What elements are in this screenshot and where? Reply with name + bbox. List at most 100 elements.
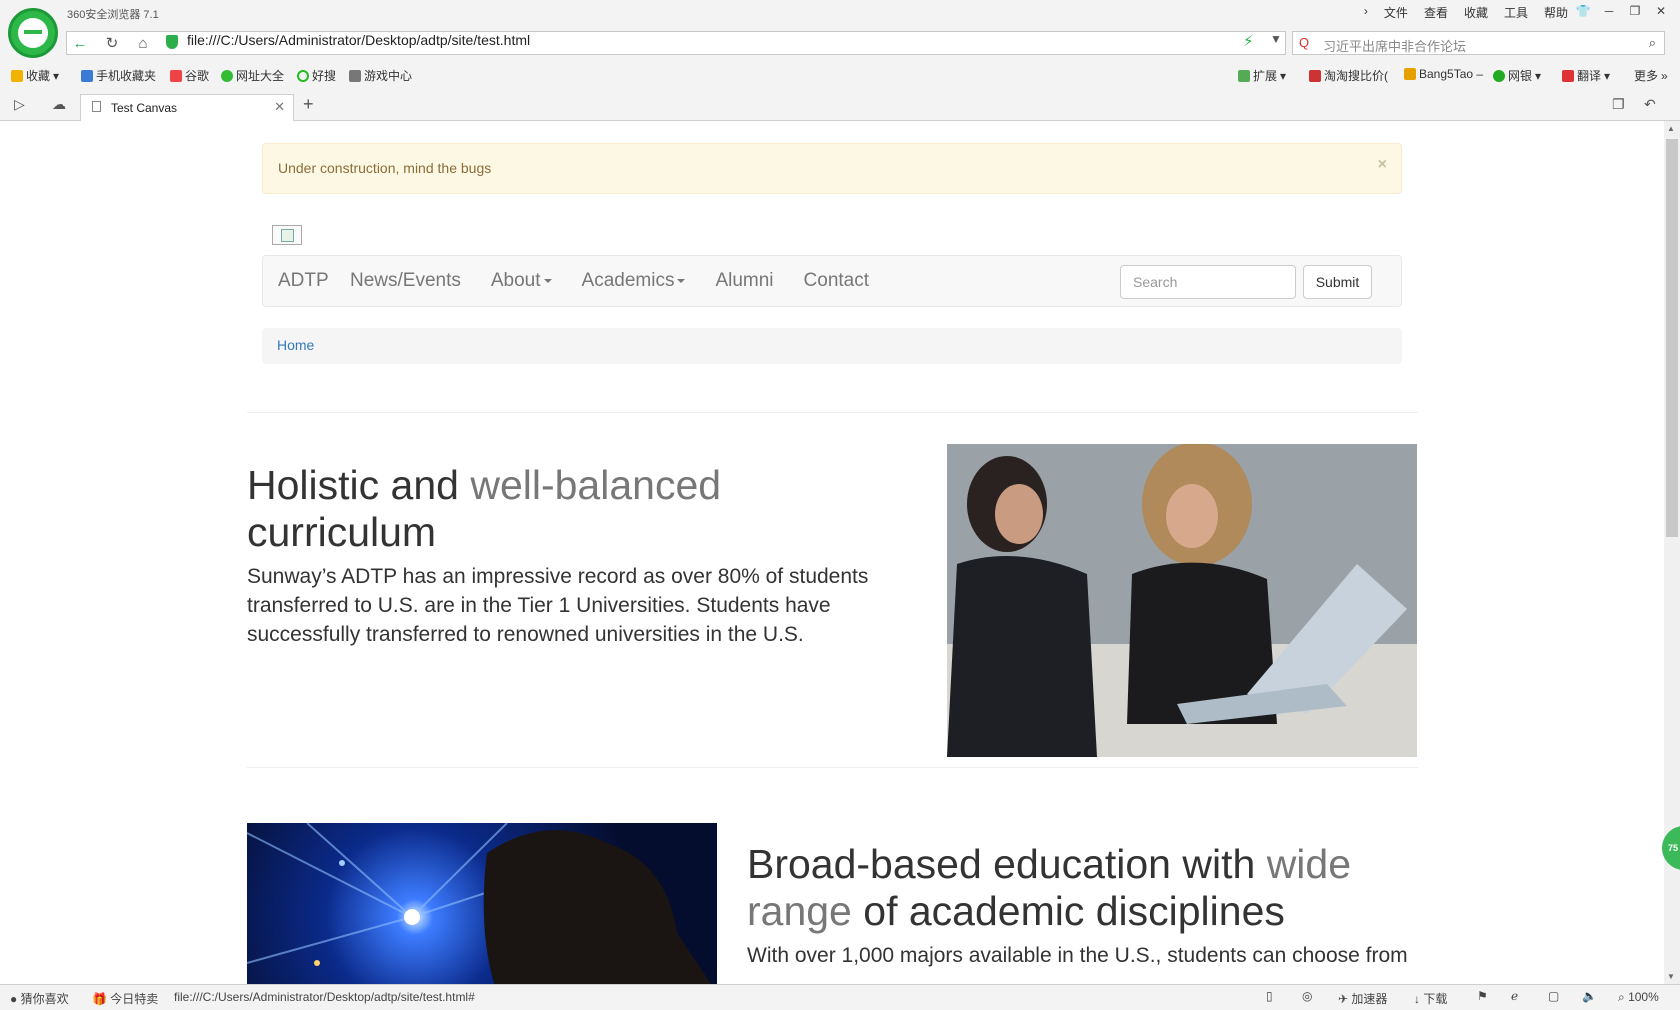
search-engine-icon[interactable]: Q: [1299, 35, 1309, 50]
undo-close-icon[interactable]: ↶: [1644, 96, 1656, 113]
scroll-down-icon[interactable]: ▼: [1667, 972, 1675, 981]
haosou-icon: [297, 69, 309, 82]
maximize-button[interactable]: ❐: [1622, 0, 1648, 22]
close-button[interactable]: ✕: [1648, 0, 1674, 22]
phone-icon: [81, 69, 93, 82]
nav-alumni[interactable]: Alumni: [700, 256, 788, 306]
browser-search-placeholder: 习近平出席中非合作论坛: [1323, 39, 1467, 54]
bookmark-hao123[interactable]: 网址大全: [221, 67, 284, 84]
nav-contact[interactable]: Contact: [789, 256, 884, 306]
new-tab-button[interactable]: +: [303, 94, 314, 115]
phone-icon[interactable]: ▯: [1266, 989, 1273, 1003]
feature2-lead: With over 1,000 majors available in the …: [747, 944, 1408, 967]
caret-down-icon: [677, 278, 686, 283]
menu-tools[interactable]: 工具: [1496, 3, 1536, 22]
security-shield-icon[interactable]: [166, 35, 178, 49]
submit-button[interactable]: Submit: [1303, 265, 1372, 299]
concert-light-image: [247, 823, 711, 984]
status-bar: ● 猜你喜欢 🎁 今日特卖 file:///C:/Users/Administr…: [0, 984, 1680, 1010]
netbank-icon: [1493, 69, 1505, 82]
breadcrumb-home-link[interactable]: Home: [277, 337, 314, 353]
zoom-level[interactable]: ⌕ 100%: [1618, 990, 1659, 1005]
ext-taotaosou[interactable]: 淘淘搜比价(: [1309, 67, 1388, 84]
menu-file[interactable]: 文件: [1376, 3, 1416, 22]
bookmark-favorites[interactable]: 收藏 ▾: [11, 67, 59, 84]
ie-mode-icon[interactable]: ℯ: [1511, 989, 1518, 1003]
two-women-laptop-image: [947, 444, 1417, 757]
tab-bar: ▷ ☁ Test Canvas ✕ + ❐ ↶: [0, 90, 1680, 121]
tab-title: Test Canvas: [111, 101, 178, 115]
nav-news-events[interactable]: News/Events: [335, 256, 476, 306]
navbar-brand[interactable]: ADTP: [278, 270, 329, 292]
divider: [247, 767, 1418, 768]
taotaosou-icon: [1309, 69, 1321, 82]
minimize-button[interactable]: ─: [1596, 0, 1622, 22]
address-dropdown-icon[interactable]: ▼: [1270, 32, 1282, 46]
star-icon: [11, 69, 23, 82]
title-bar: 360安全浏览器 7.1 › 文件 查看 收藏 工具 帮助 👕 ─ ❐ ✕: [0, 0, 1680, 28]
nav-about[interactable]: About: [476, 256, 567, 306]
caret-down-icon: [543, 278, 552, 283]
ext-translate[interactable]: 翻译 ▾: [1562, 67, 1610, 84]
site-navbar: ADTP News/Events About Academics Alumni …: [262, 255, 1402, 307]
download-button[interactable]: ↓ 下载: [1414, 990, 1447, 1007]
browser-search-field[interactable]: Q 习近平出席中非合作论坛 ⌕: [1292, 31, 1665, 55]
tab-test-canvas[interactable]: Test Canvas ✕: [80, 94, 294, 121]
volume-icon[interactable]: 🔈: [1582, 989, 1597, 1003]
refresh-icon[interactable]: ↻: [100, 31, 124, 55]
menu-favorites[interactable]: 收藏: [1456, 3, 1496, 22]
nav-academics[interactable]: Academics: [567, 256, 701, 306]
bookmark-mobile[interactable]: 手机收藏夹: [81, 67, 156, 84]
back-arrow-icon[interactable]: ←: [68, 31, 92, 55]
accelerator-button[interactable]: ✈ 加速器: [1338, 990, 1387, 1007]
page-viewport: Under construction, mind the bugs × ADTP…: [0, 121, 1664, 984]
feature1-heading: Holistic and well-balanced curriculum: [247, 462, 722, 555]
feature1-lead: Sunway’s ADTP has an impressive record a…: [247, 565, 869, 646]
divider: [247, 412, 1418, 413]
address-url[interactable]: file:///C:/Users/Administrator/Desktop/a…: [187, 32, 530, 48]
construction-alert: Under construction, mind the bugs ×: [262, 143, 1402, 194]
window-controls: 👕 ─ ❐ ✕: [1570, 0, 1674, 22]
more-button[interactable]: 更多 »: [1634, 67, 1668, 84]
sidebar-toggle-icon[interactable]: ▷: [14, 96, 25, 113]
web-directory-icon: [221, 69, 233, 82]
window-icon[interactable]: ▢: [1548, 989, 1559, 1003]
skin-icon[interactable]: 👕: [1570, 0, 1596, 22]
privacy-icon[interactable]: ◎: [1302, 989, 1312, 1003]
home-icon[interactable]: ⌂: [131, 31, 155, 55]
status-daily-deals[interactable]: 🎁 今日特卖: [92, 990, 158, 1007]
status-guess-like[interactable]: ● 猜你喜欢: [10, 990, 69, 1007]
google-icon: [170, 69, 182, 82]
scroll-up-icon[interactable]: ▲: [1667, 124, 1675, 133]
menu-view[interactable]: 查看: [1416, 3, 1456, 22]
breadcrumb: Home: [262, 328, 1402, 364]
browser-logo[interactable]: [8, 8, 58, 58]
menu-expand-icon[interactable]: ›: [1356, 3, 1376, 22]
feature2-heading: Broad-based education with wide range of…: [747, 841, 1352, 934]
tab-close-icon[interactable]: ✕: [274, 99, 285, 115]
extensions-button[interactable]: 扩展 ▾: [1238, 67, 1286, 84]
gamepad-icon: [349, 69, 361, 82]
page-icon: [92, 101, 101, 112]
feature2-photo: [247, 823, 717, 984]
bookmark-google[interactable]: 谷歌: [170, 67, 209, 84]
status-link-url: file:///C:/Users/Administrator/Desktop/a…: [174, 990, 475, 1004]
alert-close-icon[interactable]: ×: [1378, 156, 1387, 174]
broken-logo-image: [272, 225, 302, 245]
nav-menu: News/Events About Academics Alumni Conta…: [335, 256, 884, 306]
speed-mode-icon[interactable]: ⚡: [1243, 32, 1254, 50]
scrollbar-thumb[interactable]: [1666, 139, 1678, 537]
window-title: 360安全浏览器 7.1: [67, 9, 159, 21]
bookmarks-bar: 收藏 ▾ 手机收藏夹 谷歌 网址大全 好搜 游戏中心 扩展 ▾ 淘淘搜比价( B…: [0, 60, 1680, 90]
search-icon[interactable]: ⌕: [1649, 35, 1656, 51]
bang5tao-icon: [1404, 68, 1416, 80]
tab-list-icon[interactable]: ❐: [1612, 96, 1625, 113]
bookmark-games[interactable]: 游戏中心: [349, 67, 412, 84]
cloud-icon[interactable]: ☁: [52, 96, 66, 113]
ext-netbank[interactable]: 网银 ▾: [1493, 67, 1541, 84]
alert-text: Under construction, mind the bugs: [278, 160, 492, 176]
bookmark-haosou[interactable]: 好搜: [297, 67, 336, 84]
ext-bang5tao[interactable]: Bang5Tao –: [1404, 67, 1483, 81]
site-search-input[interactable]: [1120, 265, 1296, 299]
flag-icon[interactable]: ⚑: [1477, 989, 1488, 1003]
